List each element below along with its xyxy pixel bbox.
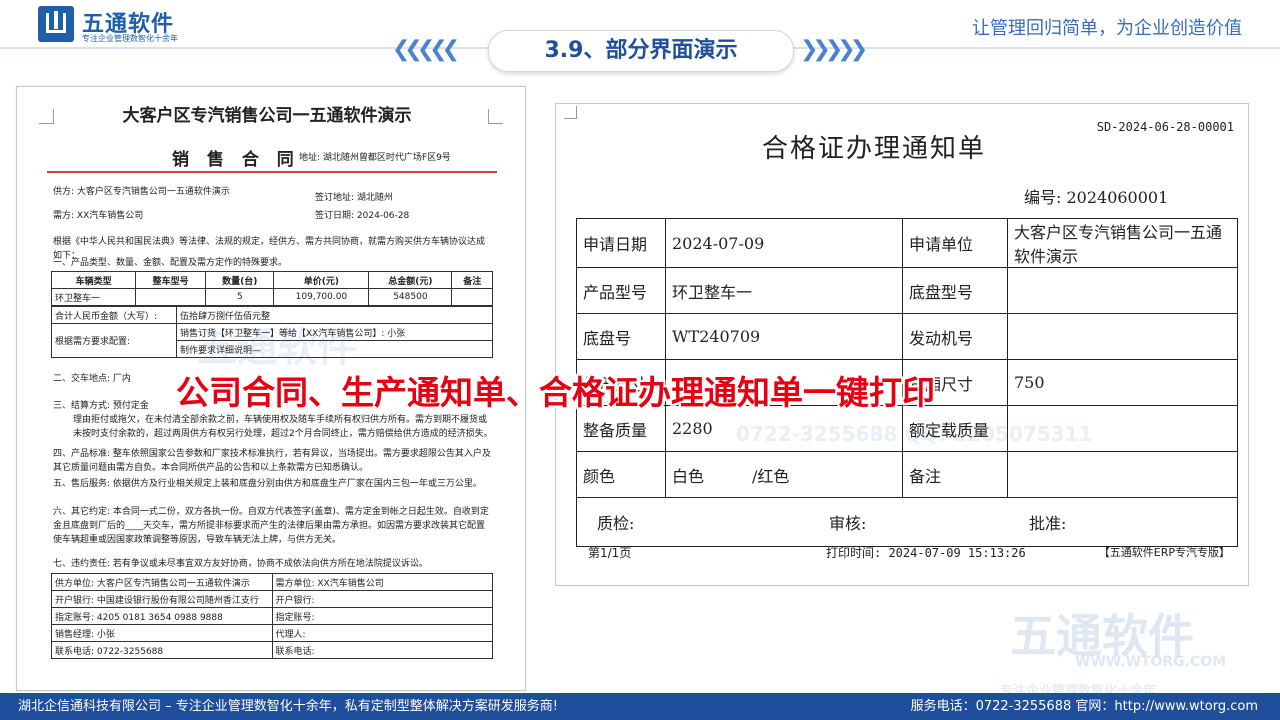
- table-cell: [135, 288, 207, 306]
- company-logo: 五通软件 专注企业管理数智化十余年: [38, 6, 238, 43]
- notice-title: 合格证办理通知单: [762, 134, 987, 164]
- clause-3-detail: 理由拒付或拖欠，在未付清全部余款之前，车辆使用权及随车手续所有权归供方所有。需方…: [73, 415, 493, 439]
- sign-row: 质检: 审核: 批准:: [576, 497, 1238, 547]
- buyer-label: 需方:: [53, 211, 75, 221]
- footer-contact: 服务电话：0722-3255688 官网：http://www.wtorg.co…: [910, 699, 1258, 714]
- crop-mark: [488, 109, 503, 124]
- supplier-label: 供方:: [53, 187, 75, 197]
- contract-title: 大客户区专汽销售公司一五通软件演示: [122, 106, 412, 126]
- table-header-cell: 车辆类型: [50, 271, 137, 289]
- clause-6: 六、其它约定: 本合同一式二份，双方各执一份。自双方代表签字(盖章)、需方定金到…: [53, 507, 489, 545]
- table-cell: [451, 288, 493, 306]
- crop-mark: [39, 109, 54, 124]
- row-value: 白色 /红色: [665, 451, 903, 498]
- sign-left-cell: 指定账号: 4205 0181 3654 0988 9888: [51, 607, 273, 625]
- table-header-cell: 单价(元): [273, 271, 370, 289]
- clause-5: 五、售后服务: 依据供方及行业相关规定上装和底盘分别由供方和底盘生产厂家在国内三…: [53, 479, 482, 489]
- header-slogan: 让管理回归简单，为企业创造价值: [972, 18, 1242, 39]
- table-cell: 环卫整车一: [50, 288, 137, 306]
- logo-tagline: 专注企业管理数智化十余年: [82, 34, 178, 43]
- signature-table: 供方单位: 大客户区专汽销售公司一五通软件演示 需方单位: XX汽车销售公司 开户…: [51, 573, 493, 659]
- row-label: 颜色: [576, 451, 666, 498]
- left-chevrons-icon: ❮❮❮❮❮: [392, 37, 460, 62]
- row-value: 大客户区专汽销售公司一五通软件演示: [1007, 218, 1238, 268]
- page-indicator: 第1/1页: [588, 546, 632, 560]
- sign-left-cell: 供方单位: 大客户区专汽销售公司一五通软件演示: [51, 573, 273, 591]
- certificate-notice-document: SD-2024-06-28-00001 合格证办理通知单 编号: 2024060…: [555, 103, 1249, 586]
- contract-address: 地址: 湖北随州曾都区时代广场F区9号: [299, 153, 451, 163]
- buyer-name: XX汽车销售公司: [76, 211, 144, 221]
- contract-red-line: [47, 171, 497, 173]
- sign-right-cell: 需方单位: XX汽车销售公司: [271, 573, 493, 591]
- qc-label: 质检:: [597, 514, 635, 533]
- clause-4: 四、产品标准: 整车依照国家公告参数和厂家技术标准执行，若有异议，当场提出。需方…: [53, 449, 491, 473]
- table-header-cell: 备注: [451, 271, 493, 289]
- sign-left-cell: 开户银行: 中国建设银行股份有限公司随州香江支行: [51, 590, 273, 608]
- table-header-cell: 整车型号: [135, 271, 207, 289]
- crop-mark: [564, 106, 577, 119]
- table-cell: 109,700.00: [273, 288, 370, 306]
- approve-label: 批准:: [1029, 514, 1067, 533]
- sign-right-cell: 代理人:: [271, 624, 493, 642]
- table-header-cell: 总金额(元): [368, 271, 453, 289]
- total-label: 合计人民币金额（大写）:: [51, 306, 177, 324]
- row-value: 2024-07-09: [665, 218, 903, 268]
- vehicle-table: 车辆类型 整车型号 数量(台) 单价(元) 总金额(元) 备注 环卫整车一 5 …: [50, 271, 493, 306]
- logo-mark-icon: [38, 6, 74, 42]
- table-row: 申请日期 2024-07-09 申请单位 大客户区专汽销售公司一五通软件演示: [576, 218, 1238, 268]
- sign-right-cell: 联系电话:: [271, 641, 493, 659]
- doc-watermark-contact: 0722-3255688 QQ: 2205075311: [736, 422, 1093, 446]
- table-cell: 548500: [368, 288, 453, 306]
- supplier-name: 大客户区专汽销售公司一五通软件演示: [76, 187, 230, 197]
- table-row: 底盘号 WT240709 发动机号: [576, 313, 1238, 360]
- table-header-cell: 数量(台): [205, 271, 275, 289]
- sign-place-label: 签订地址:: [315, 193, 355, 203]
- review-label: 审核:: [829, 514, 867, 533]
- sign-left-cell: 销售经理: 小张: [51, 624, 273, 642]
- table-row: 颜色 白色 /红色 备注: [576, 451, 1238, 498]
- table-header-row: 车辆类型 整车型号 数量(台) 单价(元) 总金额(元) 备注: [50, 271, 493, 289]
- sign-right-cell: 指定账号:: [271, 607, 493, 625]
- footer-company: 湖北企信通科技有限公司 – 专注企业管理数智化十余年，私有定制型整体解决方案研发…: [18, 699, 558, 714]
- row-value: 环卫整车一: [665, 267, 903, 314]
- contract-subtitle: 销 售 合 同: [172, 150, 300, 170]
- row-value: [1007, 313, 1238, 360]
- section-title: 3.9、部分界面演示: [488, 30, 794, 72]
- row-label: 申请单位: [902, 218, 1008, 268]
- print-time: 打印时间: 2024-07-09 15:13:26: [826, 546, 1026, 560]
- notice-code: SD-2024-06-28-00001: [1096, 120, 1234, 134]
- table-row: 环卫整车一 5 109,700.00 548500: [50, 288, 493, 306]
- print-feature-banner: 公司合同、生产通知单、合格证办理通知单一键打印: [176, 373, 935, 412]
- row-label: 备注: [902, 451, 1008, 498]
- row-label: 申请日期: [576, 218, 666, 268]
- doc-watermark: 五通软件: [197, 325, 357, 371]
- table-cell: 5: [205, 288, 275, 306]
- clause-1: 一、产品类型、数量、金额、配置及需方定作的特殊要求。: [53, 258, 288, 268]
- row-value: WT240709: [665, 313, 903, 360]
- sign-date-label: 签订日期:: [315, 211, 355, 221]
- sign-date: 2024-06-28: [356, 211, 410, 221]
- row-label: 底盘型号: [902, 267, 1008, 314]
- erp-edition: 【五通软件ERP专汽专版】: [1098, 546, 1230, 559]
- row-label: 发动机号: [902, 313, 1008, 360]
- watermark-url: WWW.WTORG.COM: [1075, 654, 1227, 670]
- footer-bar: 湖北企信通科技有限公司 – 专注企业管理数智化十余年，私有定制型整体解决方案研发…: [0, 693, 1280, 720]
- row-label: 产品型号: [576, 267, 666, 314]
- notice-number: 编号: 2024060001: [1024, 188, 1169, 207]
- row-value: [1007, 267, 1238, 314]
- sign-place: 湖北随州: [356, 193, 393, 203]
- right-chevrons-icon: ❯❯❯❯❯: [800, 37, 868, 62]
- table-row: 产品型号 环卫整车一 底盘型号: [576, 267, 1238, 314]
- clause-7: 七、违约责任: 若有争议或未尽事宜双方友好协商，协商不成依法向供方所在地法院提议…: [53, 559, 428, 569]
- row-value: [1007, 451, 1238, 498]
- row-value: 750: [1007, 359, 1238, 406]
- sign-right-cell: 开户银行:: [271, 590, 493, 608]
- row-label: 底盘号: [576, 313, 666, 360]
- sign-left-cell: 联系电话: 0722-3255688: [51, 641, 273, 659]
- requirement-label: 根据需方要求配置:: [51, 323, 177, 358]
